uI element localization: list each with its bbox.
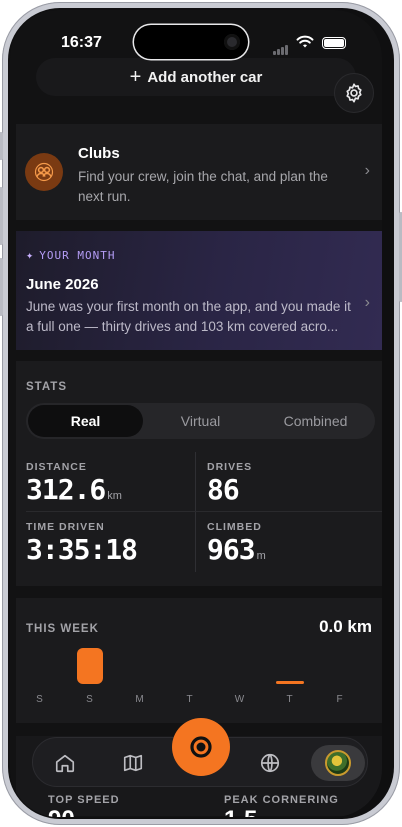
tab-home[interactable] bbox=[51, 749, 79, 777]
this-week-total: 0.0 km bbox=[319, 617, 372, 636]
stats-segmented-control: Real Virtual Combined bbox=[26, 403, 375, 439]
climbed-number: 963 bbox=[207, 533, 256, 566]
your-month-description: June was your first month on the app, an… bbox=[26, 299, 351, 334]
globe-icon bbox=[260, 753, 280, 773]
cellular-signal-icon bbox=[273, 37, 289, 55]
clubs-title: Clubs bbox=[78, 145, 120, 162]
week-day-label: T bbox=[186, 694, 194, 705]
time-driven-label: TIME DRIVEN bbox=[26, 521, 105, 533]
chevron-right-icon: › bbox=[364, 294, 370, 311]
app-screen: 16:37 + Add another car Clubs Find your … bbox=[10, 10, 382, 817]
status-bar: 16:37 bbox=[10, 10, 382, 66]
your-month-title: June 2026 bbox=[26, 276, 99, 293]
volume-down-button bbox=[0, 258, 3, 316]
climbed-value: 963 m bbox=[207, 533, 266, 566]
chevron-right-icon: › bbox=[364, 162, 370, 179]
this-week-card: THIS WEEK 0.0 km S S M T W T F bbox=[16, 598, 382, 723]
peak-cornering-label: PEAK CORNERING bbox=[224, 794, 339, 806]
stats-section-label: STATS bbox=[26, 381, 67, 393]
your-month-tag: ✦ YOUR MONTH bbox=[26, 248, 115, 262]
action-button bbox=[0, 132, 3, 160]
drives-value: 86 bbox=[207, 473, 240, 506]
wifi-icon bbox=[296, 35, 314, 48]
peak-cornering-value: 1.5 bbox=[224, 806, 257, 817]
battery-icon bbox=[322, 37, 346, 49]
record-icon bbox=[190, 736, 212, 758]
dynamic-island bbox=[134, 25, 248, 59]
your-month-tag-label: YOUR MONTH bbox=[39, 248, 116, 262]
tab-virtual[interactable]: Virtual bbox=[143, 405, 258, 437]
stats-card: STATS Real Virtual Combined DISTANCE 312… bbox=[16, 361, 382, 586]
sparkle-icon: ✦ bbox=[26, 248, 35, 262]
climbed-unit: m bbox=[256, 550, 266, 562]
distance-value: 312.6 km bbox=[26, 473, 122, 506]
add-car-label: Add another car bbox=[147, 68, 263, 86]
week-day-label: T bbox=[286, 694, 294, 705]
week-day-label: S bbox=[86, 694, 94, 705]
map-icon bbox=[123, 754, 143, 772]
clubs-card[interactable]: Clubs Find your crew, join the chat, and… bbox=[16, 124, 382, 220]
clubs-description: Find your crew, join the chat, and plan … bbox=[78, 169, 328, 204]
profile-avatar bbox=[325, 750, 351, 776]
time-driven-value: 3:35:18 bbox=[26, 533, 138, 566]
distance-unit: km bbox=[107, 490, 122, 502]
your-month-card[interactable]: ✦ YOUR MONTH June 2026 June was your fir… bbox=[16, 231, 382, 350]
top-speed-label: TOP SPEED bbox=[48, 794, 120, 806]
gear-icon bbox=[346, 83, 362, 103]
stats-divider-vertical bbox=[195, 452, 196, 572]
volume-up-button bbox=[0, 187, 3, 245]
week-day-bar bbox=[276, 681, 304, 684]
status-time: 16:37 bbox=[61, 34, 102, 51]
clubs-icon bbox=[25, 153, 63, 191]
top-speed-value: 90 bbox=[48, 806, 75, 817]
distance-label: DISTANCE bbox=[26, 461, 87, 473]
tab-combined[interactable]: Combined bbox=[258, 405, 373, 437]
record-drive-button[interactable] bbox=[172, 718, 230, 776]
week-day-label: M bbox=[135, 694, 145, 705]
climbed-label: CLIMBED bbox=[207, 521, 262, 533]
week-day-label: W bbox=[234, 694, 246, 705]
week-day-bar bbox=[77, 648, 103, 684]
plus-icon: + bbox=[129, 66, 142, 88]
tab-explore[interactable] bbox=[256, 749, 284, 777]
home-icon bbox=[55, 754, 75, 773]
camera-icon bbox=[224, 34, 240, 50]
tab-profile[interactable] bbox=[311, 745, 365, 781]
distance-number: 312.6 bbox=[26, 473, 106, 506]
this-week-label: THIS WEEK bbox=[26, 623, 99, 635]
tab-map[interactable] bbox=[119, 749, 147, 777]
week-day-label: F bbox=[336, 694, 344, 705]
week-day-label: S bbox=[36, 694, 44, 705]
drives-label: DRIVES bbox=[207, 461, 253, 473]
tab-real[interactable]: Real bbox=[28, 405, 143, 437]
stats-divider-horizontal bbox=[26, 511, 382, 512]
settings-button[interactable] bbox=[334, 73, 374, 113]
